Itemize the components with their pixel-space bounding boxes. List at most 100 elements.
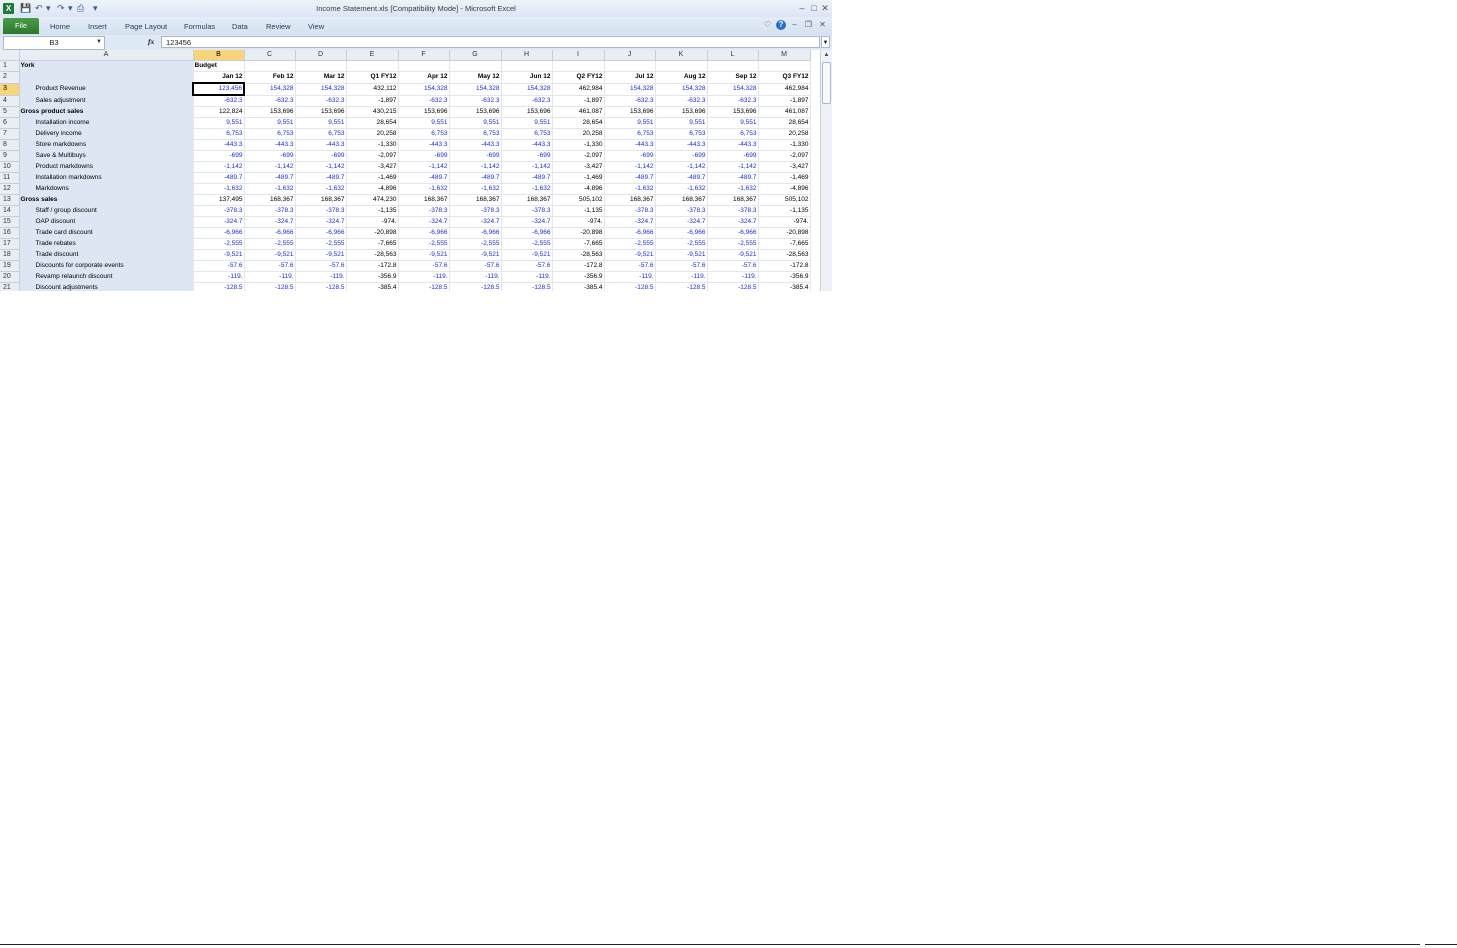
redo-icon[interactable]: ↷	[57, 2, 65, 15]
cell[interactable]: Jan 12	[193, 71, 245, 84]
cell[interactable]: -443.3	[655, 139, 708, 151]
tab-data[interactable]: Data	[232, 20, 248, 34]
tab-insert[interactable]: Insert	[88, 20, 107, 34]
row-label-cell[interactable]: Sales adjustment	[19, 95, 194, 107]
cell[interactable]: 123,456	[192, 82, 245, 96]
cell[interactable]: -6,966	[193, 227, 245, 239]
cell[interactable]: -28,563	[346, 249, 399, 261]
row-header[interactable]: 12	[0, 183, 20, 195]
cell[interactable]: 168,367	[707, 194, 759, 206]
cell[interactable]: -632.3	[501, 95, 553, 107]
cell[interactable]: 9,551	[655, 117, 708, 129]
row-header[interactable]: 7	[0, 128, 20, 140]
cell[interactable]: -1,469	[552, 172, 605, 184]
row-header[interactable]: 15	[0, 216, 20, 228]
help-icon[interactable]: ?	[776, 20, 786, 30]
cell[interactable]: -7,665	[758, 238, 811, 250]
cell[interactable]: -119.	[295, 271, 347, 283]
cell[interactable]: -489.7	[295, 172, 347, 184]
undo-icon[interactable]: ↶	[35, 2, 43, 15]
cell[interactable]: -443.3	[193, 139, 245, 151]
cell[interactable]: -20,898	[758, 227, 811, 239]
cell[interactable]: -632.3	[604, 95, 656, 107]
row-label-cell[interactable]: Staff / group discount	[19, 205, 194, 217]
cell[interactable]: 122,824	[193, 106, 245, 118]
cell[interactable]: 9,551	[295, 117, 347, 129]
cell[interactable]: -9,521	[295, 249, 347, 261]
cell[interactable]: -128.5	[655, 282, 708, 291]
cell[interactable]: 168,367	[398, 194, 450, 206]
cell[interactable]: -128.5	[398, 282, 450, 291]
cell[interactable]: -2,555	[449, 238, 502, 250]
cell[interactable]: -385.4	[346, 282, 399, 291]
cell[interactable]: 154,328	[449, 83, 502, 96]
cell[interactable]: -57.6	[655, 260, 708, 272]
cell[interactable]: 168,367	[295, 194, 347, 206]
cell[interactable]: -1,469	[346, 172, 399, 184]
row-header[interactable]: 19	[0, 260, 20, 272]
tab-formulas[interactable]: Formulas	[184, 20, 215, 34]
cell[interactable]: -3,427	[346, 161, 399, 173]
cell[interactable]: -378.3	[398, 205, 450, 217]
cell[interactable]: -489.7	[501, 172, 553, 184]
cell[interactable]: -443.3	[295, 139, 347, 151]
cell[interactable]: Mar 12	[295, 71, 347, 84]
cell[interactable]	[398, 60, 450, 72]
cell[interactable]: 474,230	[346, 194, 399, 206]
cell[interactable]: -1,142	[244, 161, 296, 173]
cell[interactable]: -172.8	[758, 260, 811, 272]
cell[interactable]: -632.3	[295, 95, 347, 107]
row-label-cell[interactable]: Discounts for corporate events	[19, 260, 194, 272]
cell[interactable]: Jul 12	[604, 71, 656, 84]
cell[interactable]: -356.9	[552, 271, 605, 283]
cell[interactable]: -699	[655, 150, 708, 162]
cell[interactable]: -324.7	[398, 216, 450, 228]
cell[interactable]: -632.3	[193, 95, 245, 107]
cell[interactable]: -119.	[244, 271, 296, 283]
cell[interactable]: -1,135	[758, 205, 811, 217]
cell[interactable]: -1,330	[552, 139, 605, 151]
cell[interactable]: Sep 12	[707, 71, 759, 84]
cell[interactable]: -699	[501, 150, 553, 162]
cell[interactable]: 6,753	[244, 128, 296, 140]
cell[interactable]: 6,753	[604, 128, 656, 140]
cell[interactable]: -699	[295, 150, 347, 162]
cell[interactable]: -443.3	[244, 139, 296, 151]
scroll-up-icon[interactable]: ▲	[821, 50, 832, 61]
column-header-j[interactable]: J	[604, 50, 656, 61]
cell[interactable]: 153,696	[295, 106, 347, 118]
cell[interactable]: -2,555	[398, 238, 450, 250]
cell[interactable]: -1,897	[552, 95, 605, 107]
cell[interactable]: -324.7	[604, 216, 656, 228]
row-label-cell[interactable]: Trade discount	[19, 249, 194, 261]
cell[interactable]: -7,665	[552, 238, 605, 250]
cell[interactable]: -378.3	[295, 205, 347, 217]
cell[interactable]: -489.7	[449, 172, 502, 184]
cell[interactable]: 432,112	[346, 83, 399, 96]
cell[interactable]: 9,551	[449, 117, 502, 129]
cell[interactable]: -6,966	[295, 227, 347, 239]
cell[interactable]: 28,654	[552, 117, 605, 129]
cell[interactable]: 9,551	[707, 117, 759, 129]
undo-dropdown-icon[interactable]: ▾	[46, 2, 51, 15]
cell[interactable]	[501, 60, 553, 72]
row-label-cell[interactable]: Delivery income	[19, 128, 194, 140]
cell[interactable]: -1,632	[655, 183, 708, 195]
cell[interactable]: -9,521	[707, 249, 759, 261]
cell[interactable]: -119.	[398, 271, 450, 283]
cell[interactable]: 153,696	[398, 106, 450, 118]
cell[interactable]	[449, 60, 502, 72]
cell[interactable]: 6,753	[295, 128, 347, 140]
cell[interactable]: 153,696	[604, 106, 656, 118]
cell[interactable]: -489.7	[193, 172, 245, 184]
cell[interactable]: -20,898	[552, 227, 605, 239]
column-header-i[interactable]: I	[552, 50, 605, 61]
cell[interactable]: -974.	[552, 216, 605, 228]
cell[interactable]: -7,665	[346, 238, 399, 250]
cell[interactable]: -2,555	[193, 238, 245, 250]
cell[interactable]: 137,495	[193, 194, 245, 206]
cell[interactable]: -489.7	[655, 172, 708, 184]
cell[interactable]: -57.6	[193, 260, 245, 272]
row-label-cell[interactable]: Store markdowns	[19, 139, 194, 151]
insert-function-icon[interactable]: fx	[148, 36, 158, 48]
